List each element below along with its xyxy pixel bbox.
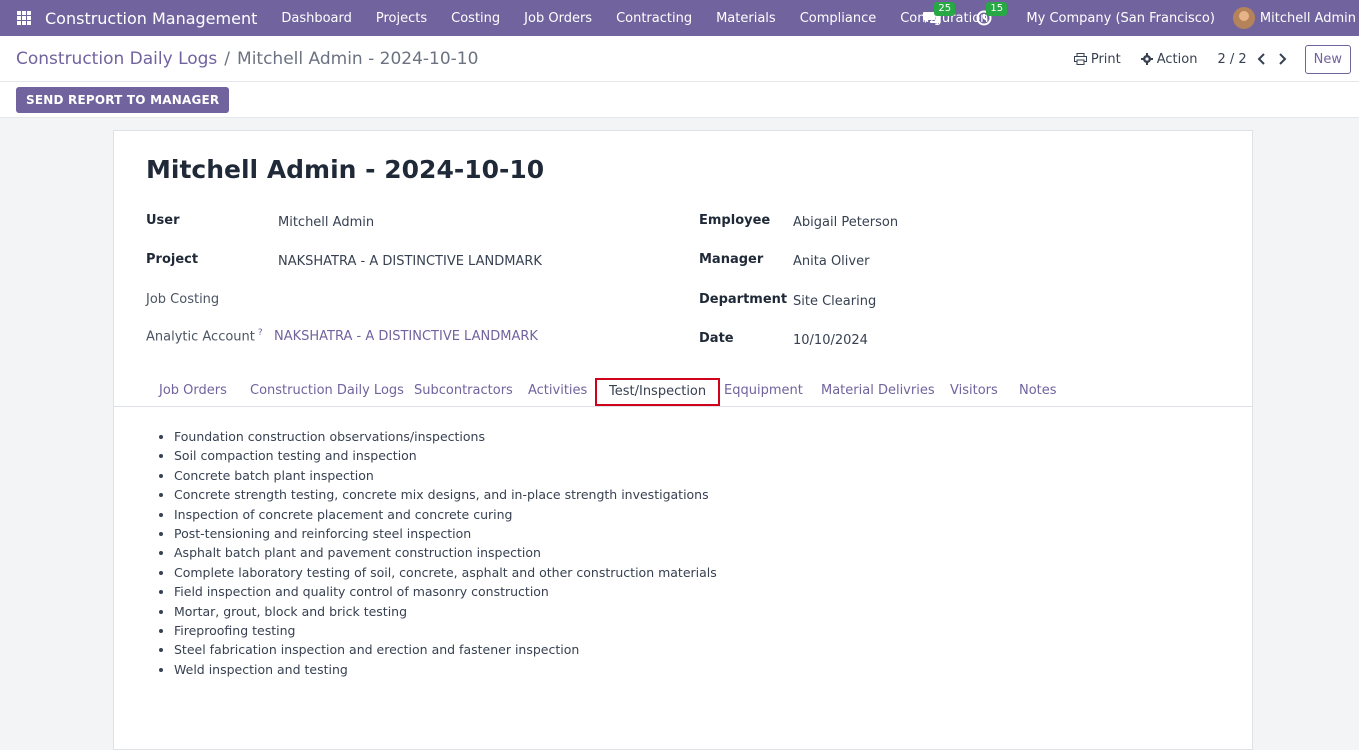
app-brand[interactable]: Construction Management — [45, 9, 257, 28]
list-item: Field inspection and quality control of … — [174, 582, 717, 601]
tab-construction-daily-logs[interactable]: Construction Daily Logs — [238, 379, 416, 407]
messages-count-badge: 25 — [934, 2, 956, 16]
tab-job-orders[interactable]: Job Orders — [147, 379, 239, 407]
analytic-account-field[interactable]: NAKSHATRA - A DISTINCTIVE LANDMARK — [274, 329, 538, 344]
list-item: Concrete batch plant inspection — [174, 466, 717, 485]
list-item: Asphalt batch plant and pavement constru… — [174, 543, 717, 562]
menu-compliance[interactable]: Compliance — [788, 11, 889, 26]
breadcrumb-separator: / — [224, 48, 231, 69]
printer-icon — [1073, 53, 1087, 65]
breadcrumb-parent-link[interactable]: Construction Daily Logs — [16, 49, 217, 69]
print-button[interactable]: Print — [1073, 51, 1121, 67]
list-item: Post-tensioning and reinforcing steel in… — [174, 524, 717, 543]
manager-field[interactable]: Anita Oliver — [793, 254, 869, 269]
tab-test-inspection[interactable]: Test/Inspection — [595, 378, 721, 406]
list-item: Mortar, grout, block and brick testing — [174, 602, 717, 621]
form-sheet: Mitchell Admin - 2024-10-10 User Mitchel… — [113, 130, 1253, 750]
activities-button[interactable]: 15 — [974, 2, 1008, 28]
date-label: Date — [699, 331, 734, 346]
analytic-account-label-text: Analytic Account — [146, 329, 255, 345]
inspection-list: Foundation construction observations/ins… — [174, 427, 717, 679]
list-item: Soil compaction testing and inspection — [174, 446, 717, 465]
department-field[interactable]: Site Clearing — [793, 294, 876, 309]
project-label: Project — [146, 252, 199, 267]
action-label: Action — [1156, 51, 1198, 67]
list-item: Concrete strength testing, concrete mix … — [174, 485, 717, 504]
user-menu[interactable]: Mitchell Admin — [1260, 11, 1356, 26]
menu-materials[interactable]: Materials — [704, 11, 788, 26]
messages-button[interactable]: 25 — [922, 2, 956, 28]
menu-dashboard[interactable]: Dashboard — [269, 11, 364, 26]
tab-subcontractors[interactable]: Subcontractors — [402, 379, 525, 407]
project-field[interactable]: NAKSHATRA - A DISTINCTIVE LANDMARK — [278, 254, 542, 269]
manager-label: Manager — [699, 252, 764, 267]
tab-material-deliveries[interactable]: Material Delivries — [809, 379, 947, 407]
form-statusbar: SEND REPORT TO MANAGER — [0, 82, 1359, 118]
user-label: User — [146, 213, 180, 228]
employee-label: Employee — [699, 213, 771, 228]
chevron-left-icon — [1257, 53, 1265, 65]
list-item: Complete laboratory testing of soil, con… — [174, 563, 717, 582]
user-avatar[interactable] — [1232, 7, 1255, 29]
user-field[interactable]: Mitchell Admin — [278, 215, 374, 230]
list-item: Foundation construction observations/ins… — [174, 427, 717, 446]
pager-previous-button[interactable] — [1257, 53, 1267, 65]
list-item: Fireproofing testing — [174, 621, 717, 640]
list-item: Weld inspection and testing — [174, 660, 717, 679]
analytic-account-label: Analytic Account? — [146, 328, 263, 344]
control-panel: Construction Daily Logs / Mitchell Admin… — [0, 36, 1359, 82]
apps-grid-icon[interactable] — [17, 11, 31, 25]
menu-contracting[interactable]: Contracting — [604, 11, 704, 26]
breadcrumb: Construction Daily Logs / Mitchell Admin… — [16, 49, 478, 69]
menu-costing[interactable]: Costing — [439, 11, 512, 26]
job-costing-label: Job Costing — [146, 292, 220, 307]
tab-equipment[interactable]: Eqquipment — [712, 379, 815, 407]
tab-visitors[interactable]: Visitors — [938, 379, 1010, 407]
print-label: Print — [1090, 51, 1121, 67]
pager-value[interactable]: 2 / 2 — [1217, 52, 1246, 67]
record-title: Mitchell Admin - 2024-10-10 — [146, 155, 545, 184]
activities-count-badge: 15 — [986, 2, 1008, 16]
tab-notes[interactable]: Notes — [1007, 379, 1069, 407]
tab-activities[interactable]: Activities — [516, 379, 599, 407]
main-menu: Dashboard Projects Costing Job Orders Co… — [269, 11, 1000, 26]
department-label: Department — [699, 292, 788, 307]
menu-projects[interactable]: Projects — [364, 11, 439, 26]
top-navbar: Construction Management Dashboard Projec… — [0, 0, 1359, 36]
company-switcher[interactable]: My Company (San Francisco) — [1026, 11, 1214, 26]
notebook-tabs: Job Orders Construction Daily Logs Subco… — [114, 377, 1252, 407]
menu-job-orders[interactable]: Job Orders — [512, 11, 604, 26]
date-field[interactable]: 10/10/2024 — [793, 333, 868, 348]
list-item: Steel fabrication inspection and erectio… — [174, 640, 717, 659]
gear-icon — [1140, 53, 1153, 65]
new-button[interactable]: New — [1304, 44, 1351, 74]
chevron-right-icon — [1278, 53, 1287, 65]
help-tooltip-icon[interactable]: ? — [258, 328, 263, 338]
pager-next-button[interactable] — [1277, 53, 1287, 65]
send-report-button[interactable]: SEND REPORT TO MANAGER — [16, 86, 230, 113]
list-item: Inspection of concrete placement and con… — [174, 505, 717, 524]
employee-field[interactable]: Abigail Peterson — [793, 215, 898, 230]
action-button[interactable]: Action — [1140, 51, 1198, 67]
breadcrumb-current: Mitchell Admin - 2024-10-10 — [237, 48, 479, 69]
